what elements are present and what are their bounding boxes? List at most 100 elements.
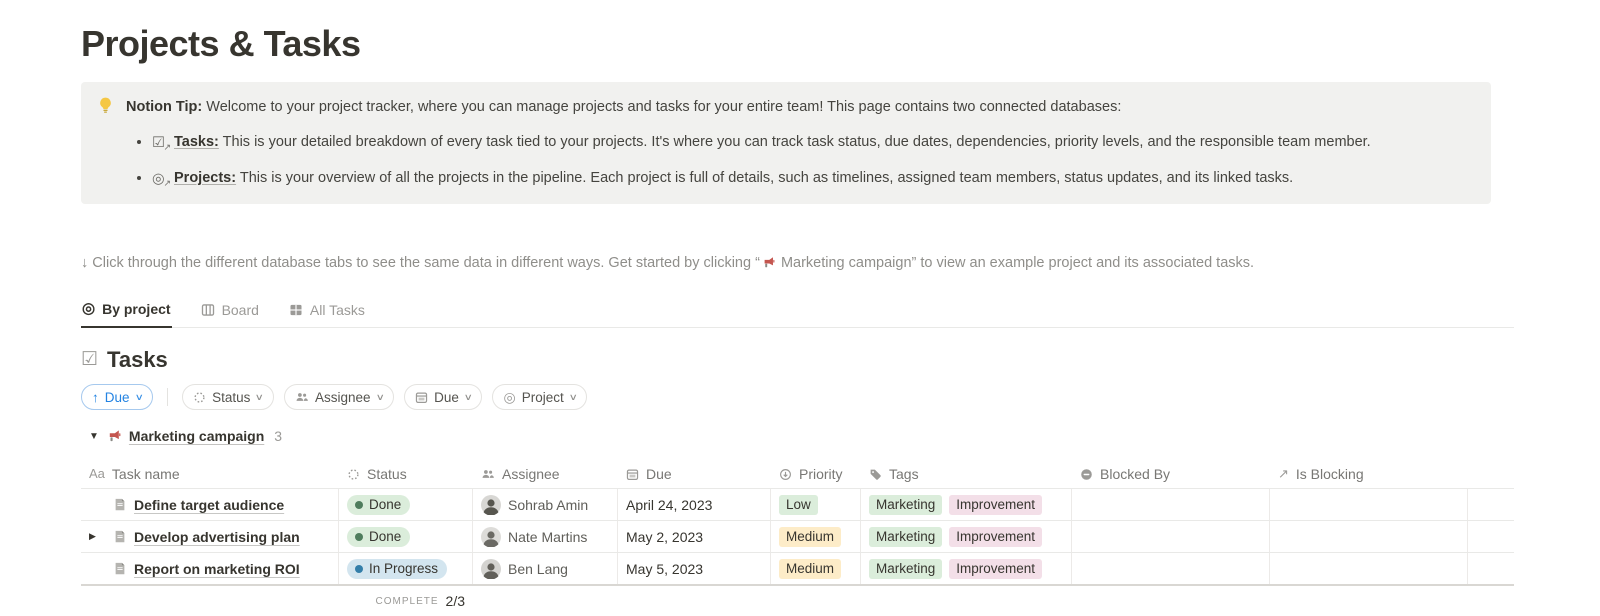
column-header-is-blocking[interactable]: ↗Is Blocking xyxy=(1270,460,1468,488)
task-name-link[interactable]: Define target audience xyxy=(134,497,284,513)
tab-all-tasks[interactable]: All Tasks xyxy=(288,296,366,327)
status-cell[interactable]: In Progress xyxy=(339,553,473,584)
sort-up-icon: ↑ xyxy=(92,390,99,405)
expand-slot: ▶ xyxy=(89,531,113,542)
column-header-blocked-by[interactable]: Blocked By xyxy=(1072,460,1270,488)
table-grid-icon xyxy=(289,303,303,317)
status-dot xyxy=(355,501,363,509)
column-header-status[interactable]: Status xyxy=(339,460,473,488)
status-dot xyxy=(355,533,363,541)
priority-cell[interactable]: Medium xyxy=(771,553,861,584)
tags-cell[interactable]: MarketingImprovement xyxy=(861,489,1072,520)
blocked-by-cell[interactable] xyxy=(1072,521,1270,552)
task-name-link[interactable]: Develop advertising plan xyxy=(134,529,300,545)
projects-database-icon: ◎↗ xyxy=(152,168,169,190)
calendar-icon xyxy=(626,468,639,481)
status-spinner-icon xyxy=(347,468,360,481)
tab-label: Board xyxy=(222,302,259,318)
filter-assignee-pill[interactable]: Assignee ∨ xyxy=(284,384,394,410)
blocked-by-cell[interactable] xyxy=(1072,553,1270,584)
filter-project-pill[interactable]: ◎ Project ∨ xyxy=(492,384,587,410)
aggregate-value: 2/3 xyxy=(446,593,465,609)
status-cell[interactable]: Done xyxy=(339,489,473,520)
calendar-icon xyxy=(415,391,428,404)
column-header-tags[interactable]: Tags xyxy=(861,460,1072,488)
avatar xyxy=(481,495,501,515)
tab-label: All Tasks xyxy=(310,302,365,318)
task-name-cell[interactable]: Define target audience xyxy=(81,489,339,520)
chevron-down-icon: ∨ xyxy=(375,392,384,403)
projects-bullet-text: This is your overview of all the project… xyxy=(240,170,1293,186)
filter-due-pill[interactable]: Due ∨ xyxy=(404,384,482,410)
assignee-cell[interactable]: Sohrab Amin xyxy=(473,489,618,520)
table-row: Define target audience Done Sohrab Amin … xyxy=(81,489,1514,521)
database-view-tabs: ◎ By project Board All Tasks xyxy=(81,296,1514,328)
tab-board[interactable]: Board xyxy=(200,296,260,327)
status-spinner-icon xyxy=(193,391,206,404)
group-row-count: 3 xyxy=(274,428,282,444)
task-name-link[interactable]: Report on marketing ROI xyxy=(134,561,300,577)
avatar xyxy=(481,527,501,547)
group-header-marketing-campaign: ▼ Marketing campaign 3 xyxy=(81,424,1514,448)
group-name-link[interactable]: Marketing campaign xyxy=(129,428,264,444)
by-project-icon: ◎ xyxy=(82,302,95,316)
assignee-cell[interactable]: Nate Martins xyxy=(473,521,618,552)
column-header-assignee[interactable]: Assignee xyxy=(473,460,618,488)
tags-cell[interactable]: MarketingImprovement xyxy=(861,521,1072,552)
table-row: ▶ Develop advertising plan Done Nate Mar… xyxy=(81,521,1514,553)
is-blocking-cell[interactable] xyxy=(1270,553,1468,584)
tasks-section-title: ☑ Tasks xyxy=(81,346,1514,374)
status-cell[interactable]: Done xyxy=(339,521,473,552)
blocked-by-cell[interactable] xyxy=(1072,489,1270,520)
assignee-cell[interactable]: Ben Lang xyxy=(473,553,618,584)
column-header-due[interactable]: Due xyxy=(618,460,771,488)
collapse-group-icon[interactable]: ▼ xyxy=(89,431,99,442)
filter-status-pill[interactable]: Status ∨ xyxy=(182,384,274,410)
tab-by-project[interactable]: ◎ By project xyxy=(81,296,172,328)
priority-cell[interactable]: Low xyxy=(771,489,861,520)
tip-label: Notion Tip: xyxy=(126,99,202,115)
callout-bullet-tasks: ☑↗Tasks: This is your detailed breakdown… xyxy=(152,131,1371,154)
people-icon xyxy=(295,391,309,404)
column-header-priority[interactable]: Priority xyxy=(771,460,861,488)
task-name-cell[interactable]: ▶ Develop advertising plan xyxy=(81,521,339,552)
row-filler xyxy=(1468,489,1514,520)
tasks-table: AaTask name Status Assignee Due Priority… xyxy=(81,460,1514,616)
tasks-bullet-text: This is your detailed breakdown of every… xyxy=(223,134,1371,150)
page-icon xyxy=(113,529,127,544)
due-cell[interactable]: April 24, 2023 xyxy=(618,489,771,520)
checkbox-icon: ☑ xyxy=(81,350,98,370)
priority-cell[interactable]: Medium xyxy=(771,521,861,552)
text-type-icon: Aa xyxy=(89,468,105,480)
status-aggregate[interactable]: COMPLETE 2/3 xyxy=(339,586,473,616)
page-content: Projects & Tasks Notion Tip: Welcome to … xyxy=(0,0,1514,616)
status-dot xyxy=(355,565,363,573)
tip-text: Welcome to your project tracker, where y… xyxy=(206,99,1121,115)
table-footer-row: COMPLETE 2/3 xyxy=(81,586,1514,616)
chevron-down-icon: ∨ xyxy=(255,392,264,403)
is-blocking-cell[interactable] xyxy=(1270,489,1468,520)
sort-due-pill[interactable]: ↑ Due ∨ xyxy=(81,384,153,410)
board-icon xyxy=(201,303,215,317)
projects-link[interactable]: Projects: xyxy=(174,170,236,186)
tags-cell[interactable]: MarketingImprovement xyxy=(861,553,1072,584)
page-title: Projects & Tasks xyxy=(81,22,1514,66)
chevron-down-icon: ∨ xyxy=(134,392,143,403)
callout-tip-line: Notion Tip: Welcome to your project trac… xyxy=(126,96,1371,118)
column-header-task-name[interactable]: AaTask name xyxy=(81,460,339,488)
tasks-link[interactable]: Tasks: xyxy=(174,134,219,150)
due-cell[interactable]: May 5, 2023 xyxy=(618,553,771,584)
aggregate-label: COMPLETE xyxy=(376,596,439,607)
megaphone-icon xyxy=(762,256,775,269)
arrow-ne-icon: ↗ xyxy=(1278,468,1289,480)
project-target-icon: ◎ xyxy=(503,391,515,403)
task-name-cell[interactable]: Report on marketing ROI xyxy=(81,553,339,584)
is-blocking-cell[interactable] xyxy=(1270,521,1468,552)
megaphone-icon xyxy=(107,429,121,443)
expand-row-icon[interactable]: ▶ xyxy=(89,531,96,542)
header-filler xyxy=(1468,460,1514,488)
due-cell[interactable]: May 2, 2023 xyxy=(618,521,771,552)
chevron-down-icon: ∨ xyxy=(568,392,577,403)
instruction-text: ↓ Click through the different database t… xyxy=(81,252,1514,274)
tag-icon xyxy=(869,468,882,481)
